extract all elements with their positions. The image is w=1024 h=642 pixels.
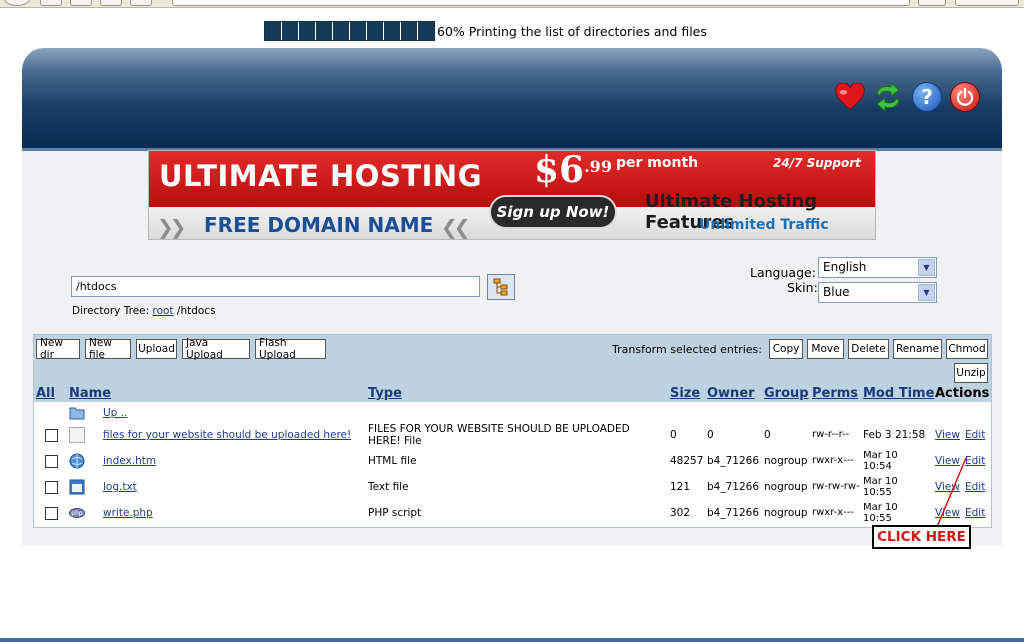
click-here-callout: CLICK HERE: [872, 525, 971, 549]
annotation-arrow: [936, 457, 967, 528]
browser-page: 60% Printing the list of directories and…: [0, 0, 1024, 642]
taskbar-edge: [0, 638, 1024, 642]
